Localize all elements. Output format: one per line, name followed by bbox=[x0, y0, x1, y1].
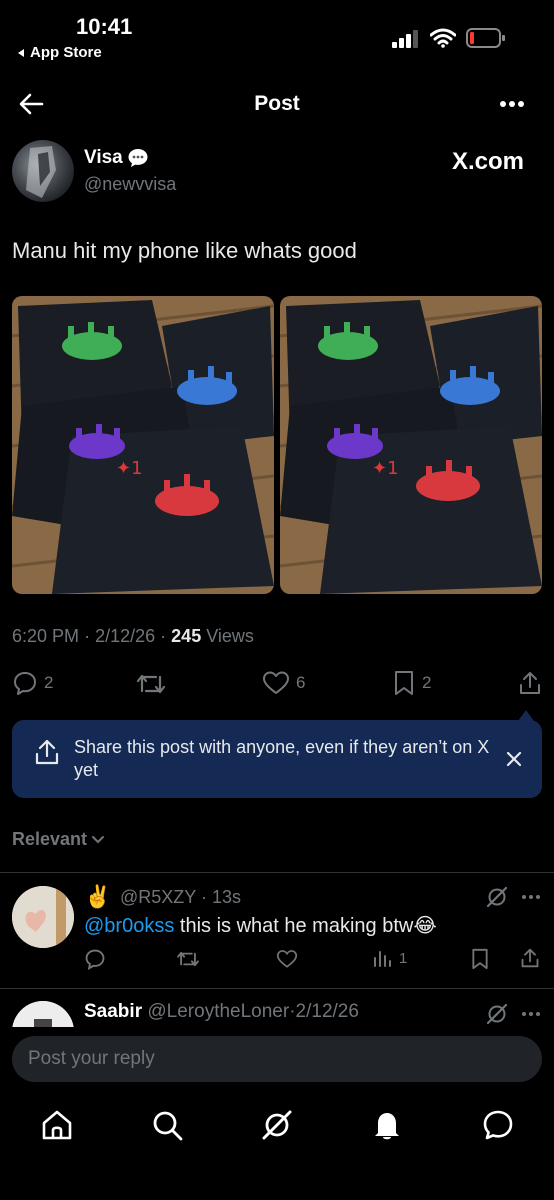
reply-button[interactable]: 2 bbox=[12, 670, 53, 696]
chat-bubble-icon bbox=[128, 149, 148, 167]
like-icon bbox=[263, 671, 289, 694]
post-date: 2/12/26 bbox=[95, 626, 156, 646]
reply-item-2[interactable]: Saabir @LeroytheLoner·2/12/26 bbox=[0, 989, 554, 1027]
post-photo-2[interactable]: ✦1 bbox=[280, 296, 542, 594]
reply-input-placeholder: Post your reply bbox=[28, 1048, 155, 1069]
hoodies-photo: ✦1 bbox=[280, 296, 542, 594]
grok-icon[interactable] bbox=[486, 886, 508, 908]
reply-time: 2/12/26 bbox=[295, 1001, 359, 1022]
reply-body: this is what he making btw bbox=[174, 915, 414, 937]
reply-avatar-photo bbox=[12, 886, 74, 948]
reply-user-emoji: ✌️ bbox=[84, 884, 112, 909]
views-count: 245 bbox=[171, 626, 202, 646]
author-name: Visa bbox=[84, 147, 123, 168]
reply-views-count: 1 bbox=[399, 949, 408, 967]
reply-name[interactable]: Saabir bbox=[84, 1001, 142, 1022]
reply-separator: · bbox=[200, 887, 207, 907]
avatar-photo bbox=[26, 146, 56, 198]
reply-icon[interactable] bbox=[84, 948, 106, 970]
more-icon[interactable] bbox=[521, 1011, 541, 1017]
bookmark-count: 2 bbox=[422, 673, 432, 692]
back-triangle-icon bbox=[18, 48, 24, 57]
post-meta: 6:20 PM · 2/12/26 · 245 Views bbox=[12, 626, 254, 647]
close-icon[interactable] bbox=[506, 751, 522, 767]
author-handle[interactable]: @newvvisa bbox=[84, 174, 176, 195]
reply-time: 13s bbox=[212, 887, 242, 907]
battery-icon bbox=[466, 28, 505, 48]
messages-icon[interactable] bbox=[481, 1108, 515, 1142]
author-name-row[interactable]: Visa bbox=[84, 147, 149, 169]
author-avatar[interactable] bbox=[12, 140, 74, 202]
share-icon[interactable] bbox=[518, 670, 542, 696]
bookmark-icon bbox=[395, 671, 413, 695]
share-icon bbox=[35, 739, 59, 765]
reply-text: @br0okss this is what he making btw😂 bbox=[84, 913, 437, 938]
status-time: 10:41 bbox=[76, 14, 133, 39]
more-icon[interactable] bbox=[499, 100, 525, 108]
grok-icon[interactable] bbox=[486, 1003, 508, 1025]
views-icon bbox=[374, 951, 391, 967]
share-icon[interactable] bbox=[520, 947, 540, 969]
notifications-icon[interactable] bbox=[370, 1108, 404, 1142]
bookmark-button[interactable]: 2 bbox=[392, 670, 431, 696]
reply-header: Saabir @LeroytheLoner·2/12/26 bbox=[84, 1001, 359, 1023]
page-title: Post bbox=[254, 92, 300, 115]
replies-sort-label: Relevant bbox=[12, 829, 88, 849]
repost-icon[interactable] bbox=[136, 671, 166, 697]
hoodies-photo: ✦1 bbox=[12, 296, 274, 594]
meta-separator: · bbox=[160, 626, 167, 646]
like-icon[interactable] bbox=[275, 949, 299, 969]
wifi-icon bbox=[430, 28, 456, 48]
share-banner-text: Share this post with anyone, even if the… bbox=[74, 737, 490, 780]
reply-views[interactable]: 1 bbox=[373, 948, 407, 968]
svg-text:✦1: ✦1 bbox=[116, 458, 143, 479]
reply-input[interactable]: Post your reply bbox=[12, 1036, 542, 1082]
replies-sort-dropdown[interactable]: Relevant bbox=[12, 829, 105, 850]
signal-icon bbox=[392, 30, 418, 48]
share-banner[interactable]: Share this post with anyone, even if the… bbox=[12, 720, 542, 798]
reply-icon bbox=[14, 672, 36, 695]
back-app-label: App Store bbox=[30, 44, 102, 61]
reply-avatar-photo bbox=[12, 1001, 74, 1027]
reply-avatar[interactable] bbox=[12, 1001, 74, 1027]
bookmark-icon[interactable] bbox=[470, 948, 490, 970]
chevron-down-icon bbox=[92, 835, 105, 843]
divider bbox=[0, 872, 554, 873]
home-icon[interactable] bbox=[40, 1108, 74, 1142]
reply-handle[interactable]: @R5XZY bbox=[120, 887, 196, 907]
repost-icon[interactable] bbox=[176, 949, 200, 969]
reply-handle[interactable]: @LeroytheLoner bbox=[147, 1001, 289, 1022]
back-to-app-link[interactable]: App Store bbox=[16, 44, 102, 61]
views-label: Views bbox=[206, 626, 254, 646]
like-count: 6 bbox=[296, 673, 306, 692]
search-icon[interactable] bbox=[150, 1108, 184, 1142]
reply-count: 2 bbox=[44, 673, 54, 692]
reply-emoji: 😂 bbox=[413, 915, 437, 937]
reply-header: @R5XZY · 13s bbox=[120, 887, 241, 908]
reply-mention[interactable]: @br0okss bbox=[84, 915, 174, 937]
reply-avatar[interactable] bbox=[12, 886, 74, 948]
svg-text:✦1: ✦1 bbox=[372, 458, 399, 479]
more-icon[interactable] bbox=[521, 894, 541, 900]
like-button[interactable]: 6 bbox=[262, 670, 305, 696]
post-time: 6:20 PM bbox=[12, 626, 80, 646]
post-text: Manu hit my phone like whats good bbox=[12, 238, 357, 263]
grok-icon[interactable] bbox=[260, 1108, 294, 1142]
source-label: X.com bbox=[452, 148, 525, 175]
meta-separator: · bbox=[84, 626, 91, 646]
post-photo-1[interactable]: ✦1 bbox=[12, 296, 274, 594]
